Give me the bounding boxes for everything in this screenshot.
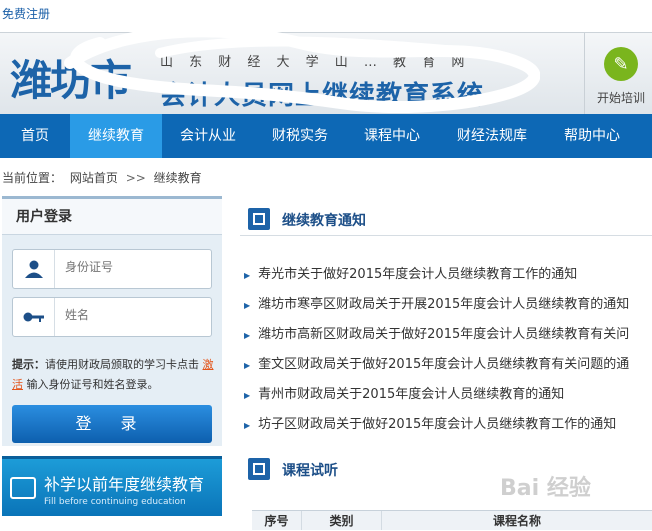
tag-icon: ✎ <box>604 47 638 81</box>
tip-prefix: 提示： <box>12 358 45 371</box>
start-training-label: 开始培训 <box>596 91 645 105</box>
main-nav: 首页 继续教育 会计从业 财税实务 课程中心 财经法规库 帮助中心 <box>0 114 652 158</box>
nav-continuing-education[interactable]: 继续教育 <box>70 114 162 158</box>
notice-item[interactable]: ▶ 潍坊市寒亭区财政局关于开展2015年度会计人员继续教育的通知 <box>244 290 652 320</box>
login-button[interactable]: 登 录 <box>12 405 212 443</box>
promo-title: 补学以前年度继续教育 <box>44 475 205 494</box>
name-field[interactable] <box>12 297 212 337</box>
col-index: 序号 <box>252 511 302 530</box>
notice-text: 奎文区财政局关于做好2015年度会计人员继续教育有关问题的通 <box>258 357 630 372</box>
nav-course-center[interactable]: 课程中心 <box>346 114 438 158</box>
notice-text: 寿光市关于做好2015年度会计人员继续教育工作的通知 <box>258 267 578 282</box>
id-field[interactable] <box>12 249 212 289</box>
bullet-icon: ▶ <box>244 391 251 400</box>
notice-text: 坊子区财政局关于做好2015年度会计人员继续教育工作的通知 <box>258 417 617 432</box>
makeup-education-banner[interactable]: 补学以前年度继续教育 Fill before continuing educat… <box>2 456 222 516</box>
breadcrumb-current: 继续教育 <box>153 171 202 185</box>
login-title: 用户登录 <box>2 199 222 235</box>
bullet-icon: ▶ <box>244 361 251 370</box>
courses-title: 课程试听 <box>282 463 338 479</box>
promo-subtitle: Fill before continuing education <box>44 497 186 507</box>
col-course-name: 课程名称 <box>492 514 541 528</box>
key-icon <box>13 298 55 336</box>
bullet-icon: ▶ <box>244 331 251 340</box>
notice-list: ▶ 寿光市关于做好2015年度会计人员继续教育工作的通知 ▶ 潍坊市寒亭区财政局关于… <box>244 260 652 440</box>
notice-text: 潍坊市寒亭区财政局关于开展2015年度会计人员继续教育的通知 <box>258 297 630 312</box>
start-training-button[interactable]: ✎ 开始培训 <box>590 47 652 106</box>
breadcrumb-label: 当前位置： <box>2 171 63 185</box>
nav-home[interactable]: 首页 <box>0 114 70 158</box>
col-category: 类别 <box>302 511 382 530</box>
notice-item[interactable]: ▶ 坊子区财政局关于做好2015年度会计人员继续教育工作的通知 <box>244 410 652 440</box>
notice-item[interactable]: ▶ 青州市财政局关于2015年度会计人员继续教育的通知 <box>244 380 652 410</box>
bullet-icon: ▶ <box>244 421 251 430</box>
nav-accounting[interactable]: 会计从业 <box>162 114 254 158</box>
login-tip: 提示：请使用财政局颁取的学习卡点击 激活 输入身份证号和姓名登录。 <box>12 355 218 395</box>
notice-text: 青州市财政局关于2015年度会计人员继续教育的通知 <box>258 387 565 402</box>
notice-item[interactable]: ▶ 奎文区财政局关于做好2015年度会计人员继续教育有关问题的通 <box>244 350 652 380</box>
screen-icon <box>10 477 36 499</box>
login-panel: 用户登录 提示：请使用财政局颁取的学习卡点击 激活 输入身份证号和姓名登录。 登… <box>2 196 222 446</box>
bullet-icon: ▶ <box>244 301 251 310</box>
tip-text: 请使用财政局颁取的学习卡点击 <box>45 358 199 371</box>
notice-item[interactable]: ▶ 寿光市关于做好2015年度会计人员继续教育工作的通知 <box>244 260 652 290</box>
notices-section: 继续教育通知 ▶ 寿光市关于做好2015年度会计人员继续教育工作的通知 ▶ 潍坊市寒… <box>240 196 652 440</box>
baidu-watermark: Bai 经验 <box>500 476 591 501</box>
breadcrumb-home[interactable]: 网站首页 <box>70 171 118 185</box>
header-banner: 潍坊市 山 东 财 经 大 学 山 … 教 育 网 会计人员网上继续教育系统 ✎… <box>0 25 652 115</box>
nav-regulations[interactable]: 财经法规库 <box>438 114 546 158</box>
register-link[interactable]: 免费注册 <box>2 7 50 21</box>
section-icon <box>248 458 270 480</box>
banner-divider <box>584 33 585 115</box>
course-table-header: 序号 类别 课程名称 <box>252 510 652 530</box>
id-input[interactable] <box>65 260 195 274</box>
bullet-icon: ▶ <box>244 271 251 280</box>
nav-tax-practice[interactable]: 财税实务 <box>254 114 346 158</box>
notice-text: 潍坊市高新区财政局关于做好2015年度会计人员继续教育有关问 <box>258 327 630 342</box>
name-input[interactable] <box>65 308 195 322</box>
user-icon <box>13 250 55 288</box>
notices-header: 继续教育通知 <box>240 196 652 236</box>
breadcrumb: 当前位置： 网站首页 >> 继续教育 <box>2 169 202 186</box>
tip-suffix: 输入身份证号和姓名登录。 <box>26 378 159 391</box>
nav-help-center[interactable]: 帮助中心 <box>546 114 638 158</box>
notice-item[interactable]: ▶ 潍坊市高新区财政局关于做好2015年度会计人员继续教育有关问 <box>244 320 652 350</box>
section-icon <box>248 208 270 230</box>
scribble-overlay <box>64 25 540 113</box>
notices-title: 继续教育通知 <box>282 213 366 229</box>
breadcrumb-separator: >> <box>125 171 146 185</box>
